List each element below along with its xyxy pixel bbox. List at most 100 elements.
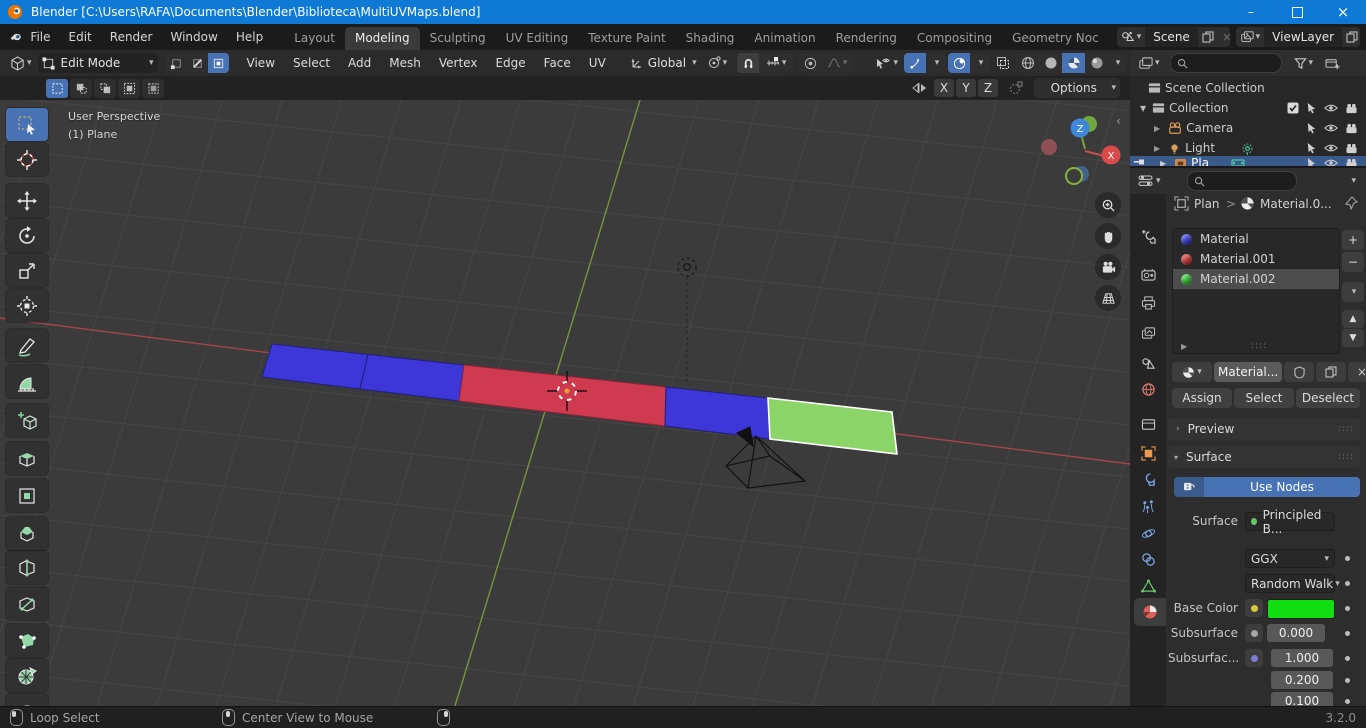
outliner-row-camera[interactable]: ▶ Camera bbox=[1130, 118, 1366, 138]
tool-transform[interactable] bbox=[6, 289, 48, 322]
tab-collection[interactable] bbox=[1137, 413, 1159, 435]
use-nodes-button[interactable]: Use Nodes bbox=[1174, 477, 1360, 497]
tab-modifiers[interactable] bbox=[1137, 468, 1159, 490]
subsurface-radius-x-field[interactable]: 1.000 bbox=[1271, 649, 1333, 667]
tab-tool[interactable] bbox=[1137, 225, 1159, 247]
distribution-dropdown[interactable]: GGX ▾ bbox=[1245, 549, 1335, 568]
tab-sculpting[interactable]: Sculpting bbox=[420, 27, 496, 50]
assign-button[interactable]: Assign bbox=[1172, 388, 1232, 408]
list-expand-icon[interactable]: ▶ bbox=[1181, 342, 1187, 351]
snap-settings-dropdown[interactable]: ▾ bbox=[759, 53, 793, 73]
menu-window[interactable]: Window bbox=[162, 24, 227, 50]
overlays-toggle[interactable] bbox=[948, 53, 970, 73]
plane-face-blue-1[interactable] bbox=[261, 343, 369, 390]
scene-copy-button[interactable] bbox=[1197, 27, 1218, 47]
tool-inset-faces[interactable] bbox=[6, 479, 48, 512]
tab-physics[interactable] bbox=[1137, 522, 1159, 544]
menu-mesh[interactable]: Mesh bbox=[381, 56, 429, 70]
material-name-field[interactable]: Material... bbox=[1214, 362, 1282, 382]
tab-rendering[interactable]: Rendering bbox=[826, 27, 907, 50]
render-camera-icon[interactable] bbox=[1345, 143, 1358, 154]
properties-search-input[interactable] bbox=[1186, 171, 1297, 191]
shading-wireframe-button[interactable] bbox=[1016, 53, 1039, 73]
vertex-select-button[interactable] bbox=[166, 53, 187, 73]
panel-grip[interactable]: :::: bbox=[1338, 452, 1354, 462]
plane-face-blue-2[interactable] bbox=[359, 353, 465, 402]
tab-particles[interactable] bbox=[1137, 495, 1159, 517]
material-slot[interactable]: Material.001 bbox=[1173, 249, 1339, 269]
tool-bevel[interactable] bbox=[6, 517, 48, 550]
menu-vertex[interactable]: Vertex bbox=[431, 56, 486, 70]
camera-view-button[interactable] bbox=[1095, 254, 1121, 280]
select-button[interactable]: Select bbox=[1234, 388, 1294, 408]
selectable-pointer-icon[interactable] bbox=[1306, 102, 1317, 114]
render-camera-icon[interactable] bbox=[1345, 103, 1358, 114]
render-camera-icon[interactable] bbox=[1345, 123, 1358, 134]
maximize-button[interactable] bbox=[1274, 0, 1320, 24]
tool-add-cube[interactable] bbox=[6, 404, 48, 437]
tab-geometry-nodes[interactable]: Geometry Noc bbox=[1002, 27, 1109, 50]
face-select-button[interactable] bbox=[207, 53, 229, 73]
surface-panel-header[interactable]: ▾ Surface :::: bbox=[1168, 446, 1360, 468]
object-visibility-dropdown[interactable]: ▾ bbox=[871, 53, 902, 73]
tool-annotate[interactable] bbox=[6, 329, 48, 362]
tab-object[interactable] bbox=[1137, 442, 1159, 464]
base-color-socket-button[interactable] bbox=[1245, 599, 1263, 617]
scene-unlink-button[interactable]: × bbox=[1217, 27, 1230, 47]
menu-view[interactable]: View bbox=[239, 56, 283, 70]
outliner-row-scene-collection[interactable]: Scene Collection bbox=[1130, 78, 1366, 98]
pivot-point-dropdown[interactable]: ▾ bbox=[703, 53, 732, 73]
zoom-button[interactable] bbox=[1095, 192, 1121, 218]
viewlayer-browse-button[interactable]: ▾ bbox=[1235, 27, 1265, 47]
tab-layout[interactable]: Layout bbox=[284, 27, 345, 50]
outliner-row-collection[interactable]: ▼ Collection bbox=[1130, 98, 1366, 118]
tab-output[interactable] bbox=[1137, 292, 1159, 314]
navigation-gizmo[interactable]: Z X bbox=[1030, 108, 1122, 192]
tab-constraints[interactable] bbox=[1137, 548, 1159, 570]
tool-scale[interactable] bbox=[6, 254, 48, 287]
tab-modeling[interactable]: Modeling bbox=[344, 27, 420, 50]
gizmo-y-neg-axis[interactable] bbox=[1065, 167, 1083, 185]
breadcrumb-object[interactable]: Plan bbox=[1194, 197, 1220, 211]
gizmos-dropdown[interactable]: ▾ bbox=[926, 53, 946, 73]
properties-editor-type-button[interactable]: ▾ bbox=[1138, 174, 1161, 188]
list-resize-grip[interactable]: :::: bbox=[1251, 341, 1267, 351]
menu-select[interactable]: Select bbox=[285, 56, 338, 70]
eye-icon[interactable] bbox=[1324, 103, 1338, 113]
surface-shader-button[interactable]: Principled B... bbox=[1245, 508, 1335, 536]
xray-toggle[interactable] bbox=[992, 53, 1014, 73]
eye-icon[interactable] bbox=[1324, 143, 1338, 153]
outliner-editor-type-button[interactable]: ▾ bbox=[1138, 56, 1160, 71]
tab-texture-paint[interactable]: Texture Paint bbox=[578, 27, 675, 50]
menu-file[interactable]: File bbox=[21, 24, 59, 50]
remove-material-slot-button[interactable]: − bbox=[1342, 252, 1364, 272]
proportional-falloff-dropdown[interactable]: ▾ bbox=[821, 53, 853, 73]
breadcrumb-material[interactable]: Material.0... bbox=[1260, 197, 1332, 211]
tool-poly-build[interactable] bbox=[6, 624, 48, 657]
eye-icon[interactable] bbox=[1324, 158, 1338, 166]
scene-browse-button[interactable]: ▾ bbox=[1116, 27, 1146, 47]
select-subtract-button[interactable] bbox=[94, 78, 116, 98]
blender-app-icon[interactable] bbox=[10, 30, 21, 44]
tool-move[interactable] bbox=[6, 184, 48, 217]
selectable-pointer-icon[interactable] bbox=[1306, 142, 1317, 154]
keyframe-dot[interactable] bbox=[1345, 699, 1350, 704]
select-intersect-button[interactable] bbox=[142, 78, 164, 98]
menu-help[interactable]: Help bbox=[227, 24, 272, 50]
shading-solid-button[interactable] bbox=[1039, 53, 1062, 73]
transform-orientation-dropdown[interactable]: Global ▾ bbox=[626, 53, 701, 73]
viewport-canvas[interactable]: User Perspective (1) Plane Z X ‹ bbox=[0, 100, 1130, 706]
mirror-z-button[interactable]: Z bbox=[978, 79, 998, 97]
menu-edit[interactable]: Edit bbox=[60, 24, 101, 50]
keyframe-dot[interactable] bbox=[1345, 556, 1350, 561]
light-object[interactable] bbox=[677, 257, 697, 381]
deselect-button[interactable]: Deselect bbox=[1296, 388, 1360, 408]
mirror-x-button[interactable]: X bbox=[934, 79, 954, 97]
subsurface-radius-z-field[interactable]: 0.100 bbox=[1271, 692, 1333, 706]
tab-animation[interactable]: Animation bbox=[744, 27, 825, 50]
tool-spin[interactable] bbox=[6, 659, 48, 692]
tab-view-layer[interactable] bbox=[1137, 322, 1159, 344]
viewlayer-copy-button[interactable] bbox=[1342, 27, 1360, 47]
plane-face-red[interactable] bbox=[458, 364, 667, 427]
disclosure-triangle-icon[interactable]: ▶ bbox=[1154, 144, 1160, 153]
